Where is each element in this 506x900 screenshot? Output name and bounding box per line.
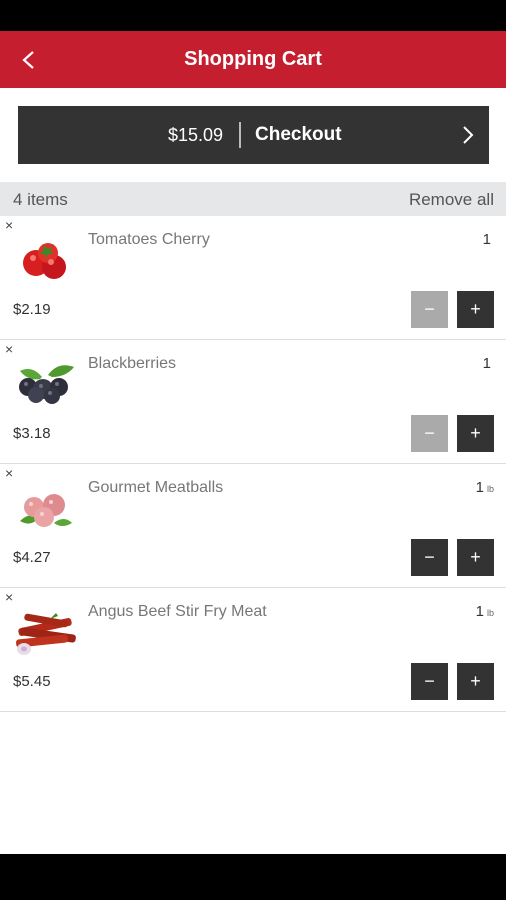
cart-item: × Tomatoes Cherry 1 $2.19 − + bbox=[0, 216, 506, 340]
item-name: Tomatoes Cherry bbox=[88, 231, 210, 248]
quantity-value: 1 bbox=[482, 355, 491, 372]
item-quantity: 1 bbox=[483, 355, 494, 372]
checkout-divider bbox=[239, 122, 241, 148]
cart-item-list: × Tomatoes Cherry 1 $2.19 − + × Blackber… bbox=[0, 216, 506, 712]
chevron-right-icon bbox=[463, 126, 474, 144]
quantity-value: 1 bbox=[475, 603, 484, 620]
item-price: $5.45 bbox=[13, 673, 51, 690]
system-navigation-bar bbox=[0, 854, 506, 900]
increase-quantity-button[interactable]: + bbox=[457, 415, 494, 452]
item-quantity: 1 lb bbox=[476, 603, 494, 620]
cart-item: × Angus Beef Stir Fry Meat 1 lb $5.45 − + bbox=[0, 588, 506, 712]
remove-all-button[interactable]: Remove all bbox=[409, 190, 494, 210]
item-price: $3.18 bbox=[13, 425, 51, 442]
decrease-quantity-button[interactable]: − bbox=[411, 663, 448, 700]
meatballs-image bbox=[20, 494, 72, 527]
cart-item: × Blackberries 1 $3.18 − + bbox=[0, 340, 506, 464]
quantity-value: 1 bbox=[475, 479, 484, 496]
quantity-value: 1 bbox=[482, 231, 491, 248]
remove-item-button[interactable]: × bbox=[5, 217, 13, 233]
remove-item-button[interactable]: × bbox=[5, 341, 13, 357]
item-name: Angus Beef Stir Fry Meat bbox=[88, 603, 267, 620]
blackberries-image bbox=[19, 365, 74, 404]
quantity-unit: lb bbox=[486, 484, 494, 494]
decrease-quantity-button[interactable]: − bbox=[411, 291, 448, 328]
checkout-button[interactable]: $15.09 Checkout bbox=[18, 106, 489, 164]
cart-item: × Gourmet Meatballs 1 lb $4.27 − + bbox=[0, 464, 506, 588]
remove-item-button[interactable]: × bbox=[5, 465, 13, 481]
page-title: Shopping Cart bbox=[184, 48, 322, 70]
increase-quantity-button[interactable]: + bbox=[457, 663, 494, 700]
item-price: $4.27 bbox=[13, 549, 51, 566]
cart-total: $15.09 bbox=[167, 125, 223, 145]
item-name: Gourmet Meatballs bbox=[88, 479, 224, 496]
app-screen: Shopping Cart $15.09 Checkout 4 items Re… bbox=[0, 31, 506, 854]
checkout-label: Checkout bbox=[255, 124, 342, 145]
item-price: $2.19 bbox=[13, 301, 51, 318]
increase-quantity-button[interactable]: + bbox=[457, 291, 494, 328]
decrease-quantity-button[interactable]: − bbox=[411, 415, 448, 452]
cart-summary-bar: 4 items Remove all bbox=[0, 182, 506, 216]
item-quantity: 1 lb bbox=[476, 479, 494, 496]
quantity-unit: lb bbox=[486, 608, 494, 618]
item-count: 4 items bbox=[13, 190, 68, 209]
cherry-tomatoes-image bbox=[23, 243, 66, 279]
item-quantity: 1 bbox=[483, 231, 494, 248]
remove-item-button[interactable]: × bbox=[5, 589, 13, 605]
increase-quantity-button[interactable]: + bbox=[457, 539, 494, 576]
beef-strips-image bbox=[16, 613, 76, 655]
header-bar: Shopping Cart bbox=[0, 31, 506, 88]
item-name: Blackberries bbox=[88, 355, 177, 372]
decrease-quantity-button[interactable]: − bbox=[411, 539, 448, 576]
status-bar bbox=[0, 0, 506, 31]
